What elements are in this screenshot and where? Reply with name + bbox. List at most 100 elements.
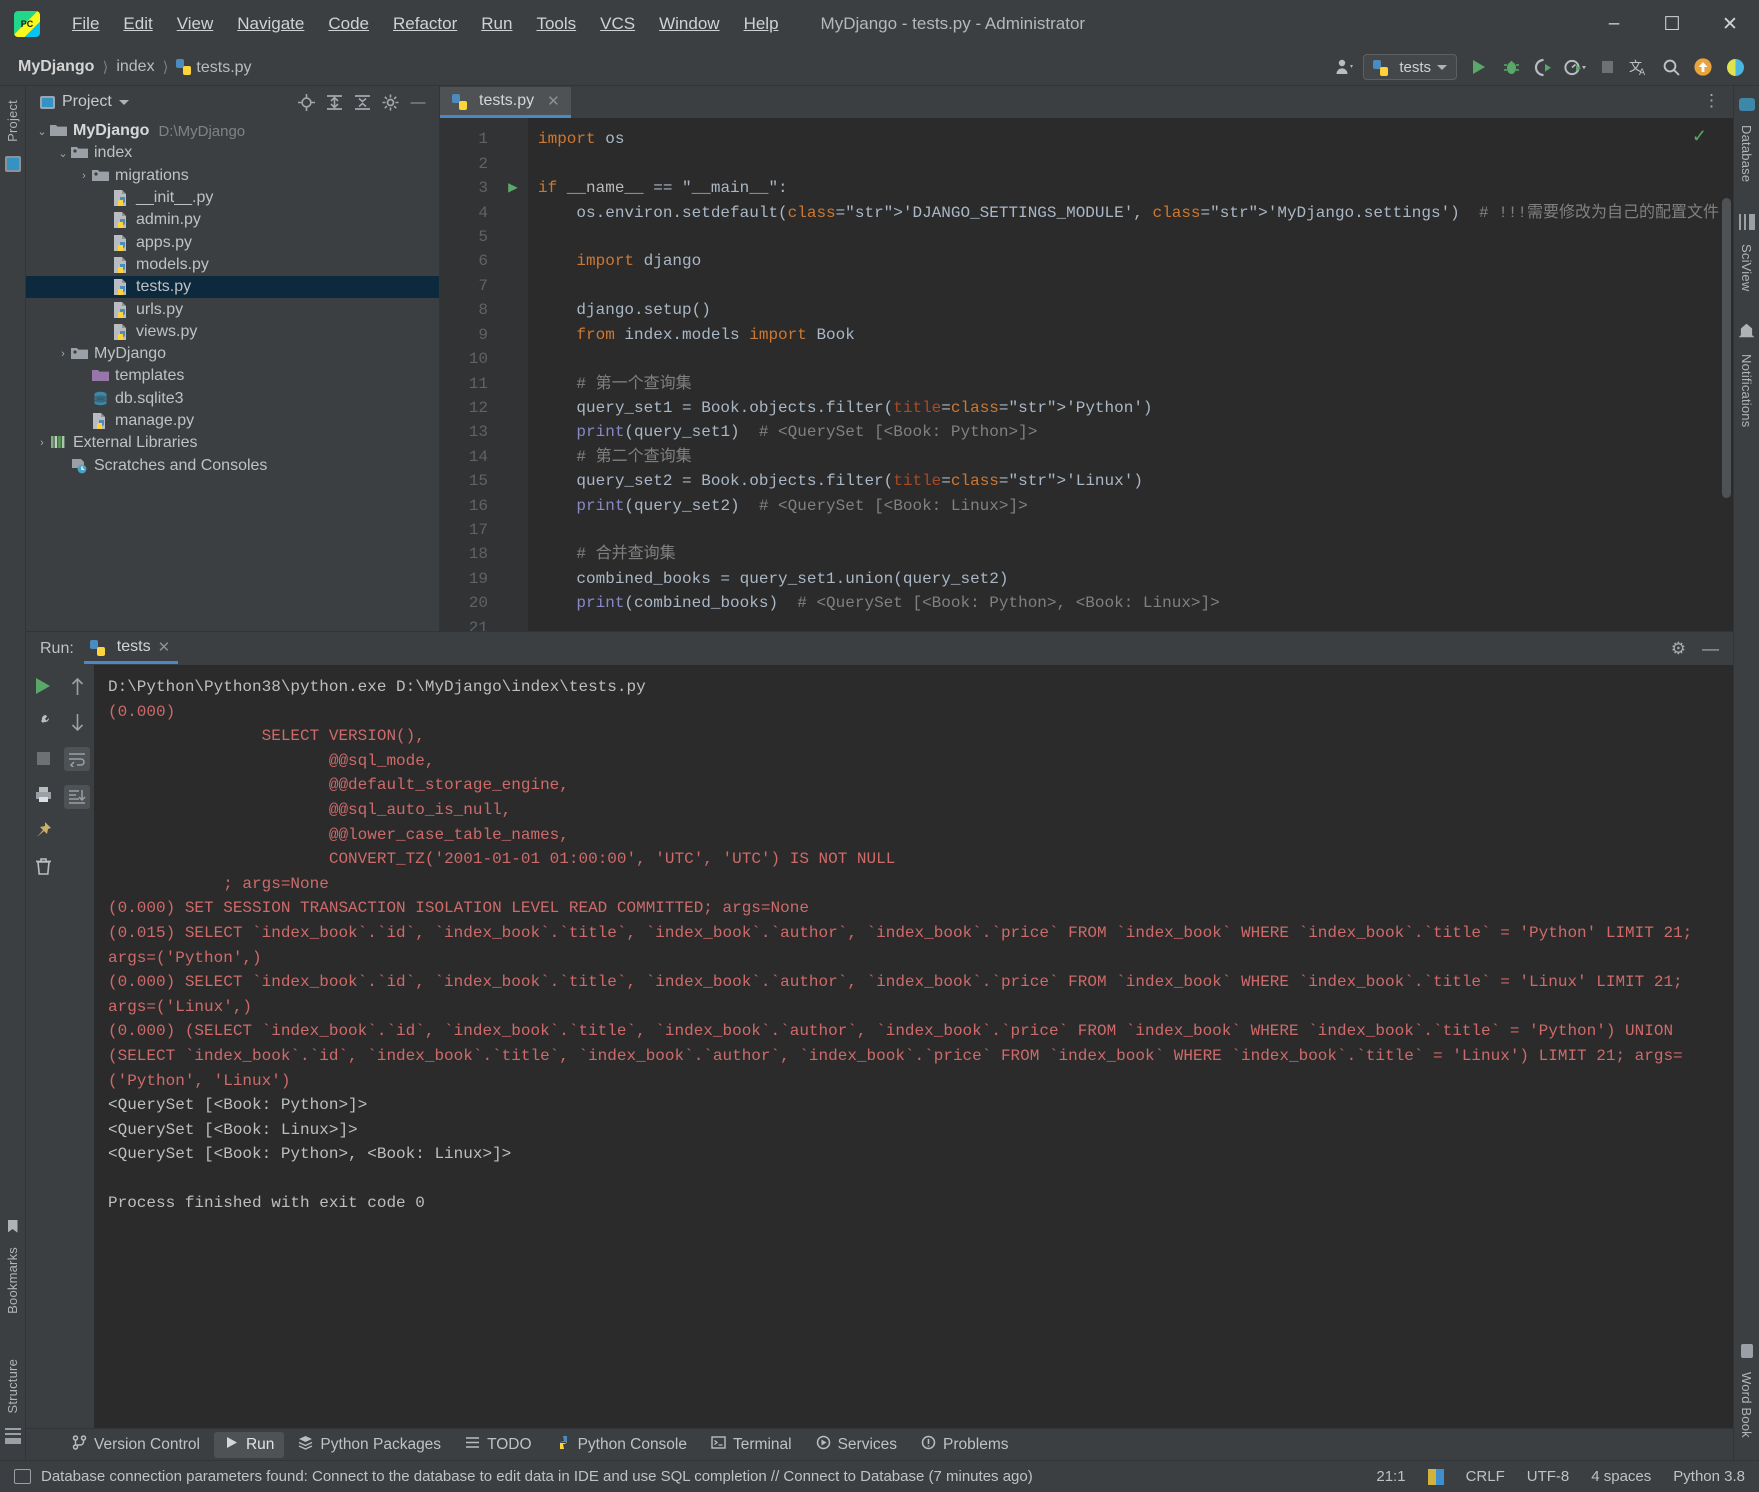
- debug-button[interactable]: [1497, 53, 1525, 81]
- code-content[interactable]: import os if __name__ == "__main__": os.…: [528, 118, 1733, 631]
- rail-item-project[interactable]: Project: [5, 92, 20, 150]
- menu-tools[interactable]: Tools: [524, 10, 588, 38]
- tree-node-external-libraries[interactable]: › External Libraries: [26, 432, 439, 454]
- tree-node-views-py[interactable]: views.py: [26, 321, 439, 343]
- run-settings-button[interactable]: [32, 711, 54, 733]
- breadcrumb-item-project[interactable]: MyDjango: [14, 56, 98, 78]
- tool-tab-problems[interactable]: Problems: [911, 1432, 1018, 1458]
- expand-all-icon[interactable]: [325, 93, 343, 111]
- expand-arrow-icon[interactable]: ›: [34, 437, 50, 449]
- breadcrumb-item-index[interactable]: index: [112, 56, 158, 78]
- tree-node-apps-py[interactable]: apps.py: [26, 231, 439, 253]
- search-button[interactable]: [1657, 53, 1685, 81]
- expand-arrow-icon[interactable]: ⌄: [34, 125, 50, 138]
- db-indicator-icon[interactable]: [1427, 1468, 1444, 1485]
- tool-tab-python-packages[interactable]: Python Packages: [288, 1432, 451, 1458]
- hide-panel-icon[interactable]: —: [1702, 639, 1719, 659]
- hide-panel-icon[interactable]: —: [409, 93, 427, 111]
- tree-node-tests-py[interactable]: tests.py: [26, 276, 439, 299]
- stop-button[interactable]: [32, 747, 54, 769]
- file-encoding[interactable]: UTF-8: [1527, 1468, 1570, 1485]
- menu-file[interactable]: File: [60, 10, 111, 38]
- editor-scrollbar[interactable]: [1722, 198, 1731, 499]
- close-button[interactable]: ✕: [1701, 0, 1759, 48]
- tool-tab-services[interactable]: Services: [806, 1432, 907, 1458]
- locate-icon[interactable]: [297, 93, 315, 111]
- editor-tab-tests-py[interactable]: tests.py ✕: [440, 87, 571, 119]
- line-separator[interactable]: CRLF: [1466, 1468, 1505, 1485]
- menu-run[interactable]: Run: [469, 10, 524, 38]
- profile-button[interactable]: [1561, 53, 1589, 81]
- run-configuration-selector[interactable]: tests: [1363, 54, 1457, 80]
- rail-item-wordbook[interactable]: Word Book: [1739, 1364, 1754, 1446]
- menu-window[interactable]: Window: [647, 10, 731, 38]
- tree-node-mydjango[interactable]: ⌄ MyDjango D:\MyDjango: [26, 120, 439, 142]
- close-icon[interactable]: ✕: [547, 92, 560, 110]
- scroll-up-button[interactable]: [66, 675, 88, 697]
- run-with-coverage-button[interactable]: [1529, 53, 1557, 81]
- tree-node-admin-py[interactable]: admin.py: [26, 209, 439, 231]
- rail-item-structure[interactable]: Structure: [5, 1351, 20, 1422]
- rail-item-sciview[interactable]: SciView: [1739, 236, 1754, 299]
- expand-arrow-icon[interactable]: ›: [55, 348, 71, 360]
- indent-setting[interactable]: 4 spaces: [1591, 1468, 1651, 1485]
- translate-button[interactable]: 文A: [1625, 53, 1653, 81]
- update-project-button[interactable]: [1689, 53, 1717, 81]
- breadcrumb-item-file[interactable]: tests.py: [172, 54, 255, 79]
- python-interpreter[interactable]: Python 3.8: [1673, 1468, 1745, 1485]
- run-line-marker-icon[interactable]: ▶: [498, 176, 528, 200]
- gear-icon[interactable]: [381, 93, 399, 111]
- rail-item-bookmarks[interactable]: Bookmarks: [5, 1239, 20, 1322]
- maximize-button[interactable]: ☐: [1643, 0, 1701, 48]
- tool-tab-todo[interactable]: TODO: [455, 1432, 542, 1458]
- tree-node-db-sqlite3[interactable]: db.sqlite3: [26, 388, 439, 410]
- collapse-all-icon[interactable]: [353, 93, 371, 111]
- tree-node-migrations[interactable]: › migrations: [26, 165, 439, 187]
- stop-button[interactable]: [1593, 53, 1621, 81]
- scroll-down-button[interactable]: [66, 711, 88, 733]
- chevron-down-icon[interactable]: [118, 99, 129, 105]
- menu-refactor[interactable]: Refactor: [381, 10, 469, 38]
- menu-help[interactable]: Help: [732, 10, 791, 38]
- delete-button[interactable]: [32, 855, 54, 877]
- ide-assistant-button[interactable]: [1721, 53, 1749, 81]
- rerun-button[interactable]: [32, 675, 54, 697]
- status-message[interactable]: Database connection parameters found: Co…: [41, 1468, 1033, 1485]
- tree-node-mydjango[interactable]: › MyDjango: [26, 343, 439, 365]
- tool-tab-version-control[interactable]: Version Control: [62, 1432, 210, 1458]
- tool-tab-python-console[interactable]: Python Console: [546, 1432, 697, 1458]
- tool-tab-terminal[interactable]: Terminal: [701, 1432, 802, 1458]
- scroll-to-end-button[interactable]: [64, 785, 90, 809]
- soft-wrap-button[interactable]: [64, 747, 90, 771]
- tree-node-index[interactable]: ⌄ index: [26, 142, 439, 164]
- run-button[interactable]: [1465, 53, 1493, 81]
- rail-item-database[interactable]: Database: [1739, 117, 1754, 190]
- menu-view[interactable]: View: [165, 10, 226, 38]
- expand-arrow-icon[interactable]: ›: [76, 170, 92, 182]
- menu-edit[interactable]: Edit: [111, 10, 164, 38]
- print-button[interactable]: [32, 783, 54, 805]
- rail-item-notifications[interactable]: Notifications: [1739, 346, 1754, 435]
- pin-button[interactable]: [32, 819, 54, 841]
- tree-node-templates[interactable]: templates: [26, 365, 439, 387]
- tool-tab-run[interactable]: Run: [213, 1431, 285, 1458]
- tree-node-urls-py[interactable]: urls.py: [26, 298, 439, 320]
- tree-node-scratches-and-consoles[interactable]: Scratches and Consoles: [26, 454, 439, 476]
- console-output[interactable]: D:\Python\Python38\python.exe D:\MyDjang…: [94, 665, 1733, 1428]
- event-log-icon[interactable]: [14, 1469, 31, 1484]
- gear-icon[interactable]: ⚙: [1671, 639, 1686, 659]
- menu-vcs[interactable]: VCS: [588, 10, 647, 38]
- tree-node--init-py[interactable]: __init__.py: [26, 187, 439, 209]
- close-icon[interactable]: ✕: [158, 638, 171, 656]
- tree-node-manage-py[interactable]: manage.py: [26, 410, 439, 432]
- menu-code[interactable]: Code: [316, 10, 381, 38]
- expand-arrow-icon[interactable]: ⌄: [55, 147, 71, 160]
- caret-position[interactable]: 21:1: [1376, 1468, 1405, 1485]
- editor-more-actions-icon[interactable]: ⋮: [1703, 91, 1721, 111]
- tree-node-models-py[interactable]: models.py: [26, 254, 439, 276]
- inspection-status-icon[interactable]: ✓: [1692, 126, 1707, 147]
- menu-navigate[interactable]: Navigate: [225, 10, 316, 38]
- user-icon[interactable]: [1331, 53, 1359, 81]
- minimize-button[interactable]: –: [1585, 0, 1643, 48]
- run-tab-tests[interactable]: tests ✕: [83, 634, 179, 664]
